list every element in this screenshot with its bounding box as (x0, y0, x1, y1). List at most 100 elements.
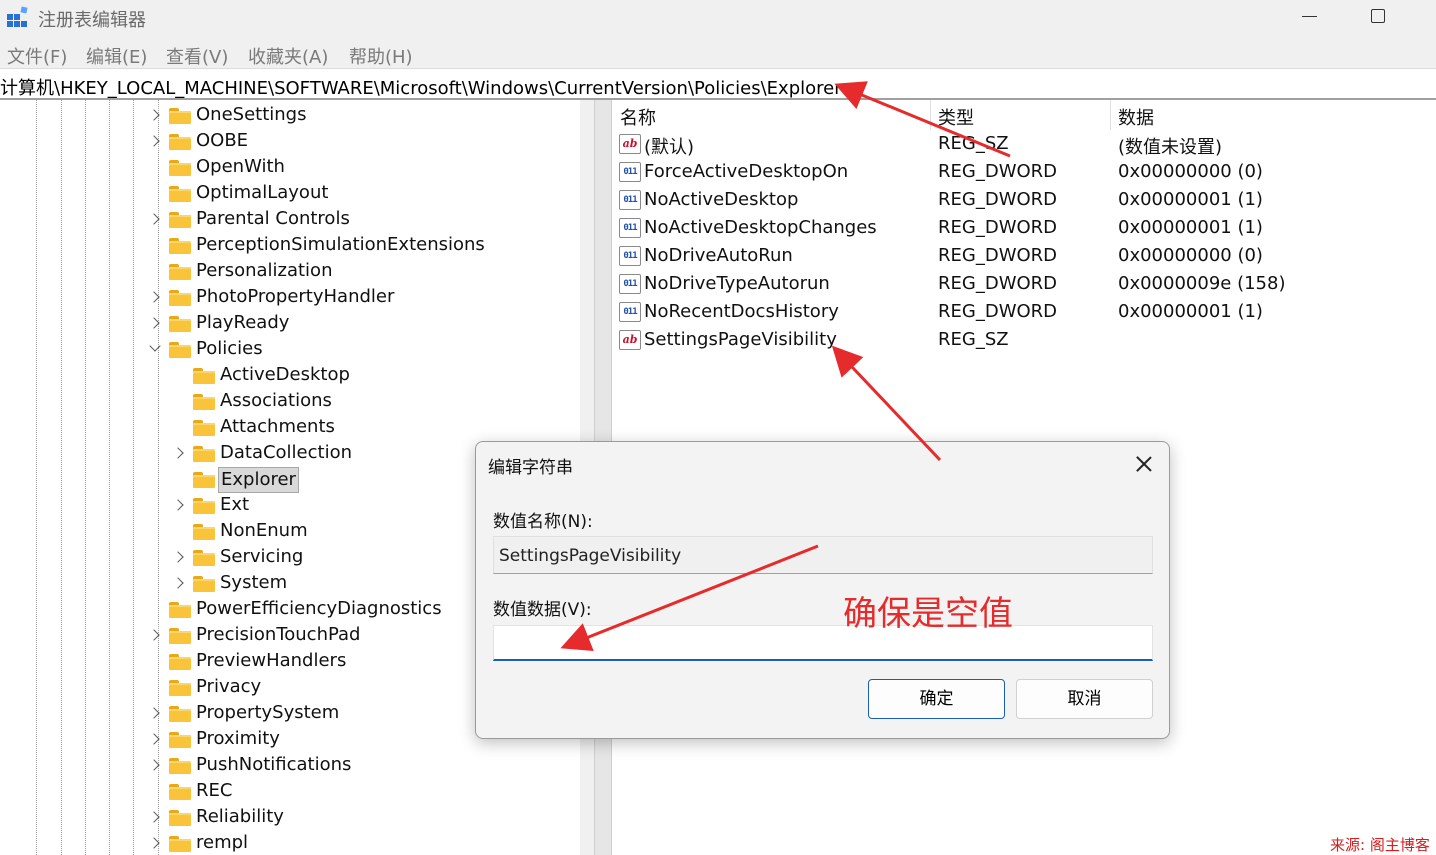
chevron-right-icon[interactable] (148, 211, 162, 227)
tree-item[interactable]: OpenWith (0, 155, 580, 181)
tree-item[interactable]: PhotoPropertyHandler (0, 285, 580, 311)
tree-item[interactable]: Policies (0, 337, 580, 363)
tree-item-label: Attachments (220, 416, 335, 437)
value-row[interactable]: ab SettingsPageVisibility REG_SZ (612, 327, 1436, 355)
tree-item[interactable]: OptimalLayout (0, 181, 580, 207)
value-row[interactable]: 011 ForceActiveDesktopOn REG_DWORD 0x000000… (612, 159, 1436, 187)
tree-item-label: Parental Controls (196, 208, 350, 229)
window-title: 注册表编辑器 (38, 10, 146, 31)
chevron-right-icon[interactable] (172, 497, 186, 513)
chevron-right-icon[interactable] (148, 315, 162, 331)
value-row[interactable]: ab (默认) REG_SZ (数值未设置) (612, 131, 1436, 159)
tree-item[interactable]: ActiveDesktop (0, 363, 580, 389)
address-path[interactable]: 计算机\HKEY_LOCAL_MACHINE\SOFTWARE\Microsof… (0, 74, 842, 100)
value-data-cell: 0x00000001 (1) (1118, 301, 1263, 322)
value-type-cell: REG_DWORD (938, 245, 1058, 266)
menu-view[interactable]: 查看(V) (166, 43, 228, 69)
folder-icon (193, 548, 215, 566)
chevron-right-icon[interactable] (172, 445, 186, 461)
folder-icon (193, 496, 215, 514)
binary-value-icon: 011 (619, 190, 641, 210)
column-header-type[interactable]: 类型 (938, 104, 974, 130)
value-type-cell: REG_DWORD (938, 217, 1058, 238)
address-bar[interactable]: 计算机\HKEY_LOCAL_MACHINE\SOFTWARE\Microsof… (0, 68, 1436, 100)
chevron-right-icon[interactable] (172, 575, 186, 591)
column-separator[interactable] (1110, 100, 1111, 130)
tree-item[interactable]: PushNotifications (0, 753, 580, 779)
value-name-cell: NoRecentDocsHistory (644, 301, 839, 322)
value-data-input[interactable] (493, 625, 1153, 661)
tree-item[interactable]: OneSettings (0, 103, 580, 129)
folder-icon (169, 314, 191, 332)
tree-item[interactable]: Personalization (0, 259, 580, 285)
string-value-icon: ab (619, 134, 641, 154)
folder-icon (169, 236, 191, 254)
chevron-down-icon[interactable] (148, 341, 162, 357)
tree-item[interactable]: PlayReady (0, 311, 580, 337)
cancel-button[interactable]: 取消 (1016, 679, 1153, 719)
chevron-right-icon[interactable] (148, 705, 162, 721)
chevron-right-icon[interactable] (148, 627, 162, 643)
menu-favorites[interactable]: 收藏夹(A) (248, 43, 328, 69)
chevron-right-icon[interactable] (148, 107, 162, 123)
chevron-right-icon[interactable] (148, 731, 162, 747)
value-name-cell: (默认) (644, 137, 695, 158)
menu-edit[interactable]: 编辑(E) (86, 43, 147, 69)
tree-item-label: Personalization (196, 260, 333, 281)
folder-icon (193, 392, 215, 410)
tree-item-label: System (220, 572, 288, 593)
folder-icon (193, 574, 215, 592)
value-type-cell: REG_DWORD (938, 161, 1058, 182)
chevron-right-icon[interactable] (148, 835, 162, 851)
value-data-cell: 0x00000001 (1) (1118, 189, 1263, 210)
close-icon[interactable] (1132, 452, 1156, 476)
minimize-button[interactable] (1296, 0, 1324, 34)
tree-item-label: OptimalLayout (196, 182, 329, 203)
tree-item-label: NonEnum (220, 520, 308, 541)
tree-item-label: rempl (196, 832, 249, 853)
chevron-right-icon[interactable] (148, 289, 162, 305)
menu-file[interactable]: 文件(F) (7, 43, 67, 69)
tree-item[interactable]: Parental Controls (0, 207, 580, 233)
watermark: 来源: 阁主博客 (1330, 836, 1430, 854)
folder-icon (169, 158, 191, 176)
value-row[interactable]: 011 NoActiveDesktop REG_DWORD 0x00000001 (1… (612, 187, 1436, 215)
tree-item-label: PushNotifications (196, 754, 352, 775)
folder-icon (193, 522, 215, 540)
folder-icon (169, 184, 191, 202)
folder-icon (193, 470, 215, 488)
tree-item[interactable]: Attachments (0, 415, 580, 441)
chevron-right-icon[interactable] (148, 757, 162, 773)
value-data-cell: 0x00000001 (1) (1118, 217, 1263, 238)
binary-value-icon: 011 (619, 162, 641, 182)
dialog-title: 编辑字符串 (488, 458, 573, 478)
column-separator[interactable] (930, 100, 931, 130)
tree-item[interactable]: REC (0, 779, 580, 805)
chevron-right-icon[interactable] (148, 809, 162, 825)
menu-help[interactable]: 帮助(H) (349, 43, 413, 69)
value-data-cell: 0x00000000 (0) (1118, 245, 1263, 266)
tree-item[interactable]: Associations (0, 389, 580, 415)
folder-icon (169, 834, 191, 852)
ok-button[interactable]: 确定 (868, 679, 1005, 719)
value-row[interactable]: 011 NoActiveDesktopChanges REG_DWORD 0x0000… (612, 215, 1436, 243)
title-bar: 注册表编辑器 (0, 0, 1436, 36)
column-header-name[interactable]: 名称 (620, 104, 656, 130)
chevron-right-icon[interactable] (172, 549, 186, 565)
value-type-cell: REG_DWORD (938, 301, 1058, 322)
chevron-right-icon[interactable] (148, 133, 162, 149)
tree-item[interactable]: PerceptionSimulationExtensions (0, 233, 580, 259)
column-header-data[interactable]: 数据 (1118, 104, 1154, 130)
value-row[interactable]: 011 NoDriveTypeAutorun REG_DWORD 0x0000009e… (612, 271, 1436, 299)
maximize-button[interactable] (1364, 0, 1392, 34)
tree-item[interactable]: OOBE (0, 129, 580, 155)
tree-item[interactable]: rempl (0, 831, 580, 855)
binary-value-icon: 011 (619, 246, 641, 266)
tree-item-label: Proximity (196, 728, 280, 749)
value-type-cell: REG_DWORD (938, 189, 1058, 210)
value-row[interactable]: 011 NoDriveAutoRun REG_DWORD 0x00000000 (0) (612, 243, 1436, 271)
value-row[interactable]: 011 NoRecentDocsHistory REG_DWORD 0x0000000… (612, 299, 1436, 327)
tree-item[interactable]: Reliability (0, 805, 580, 831)
tree-item-label: Ext (220, 494, 250, 515)
value-type-cell: REG_DWORD (938, 273, 1058, 294)
